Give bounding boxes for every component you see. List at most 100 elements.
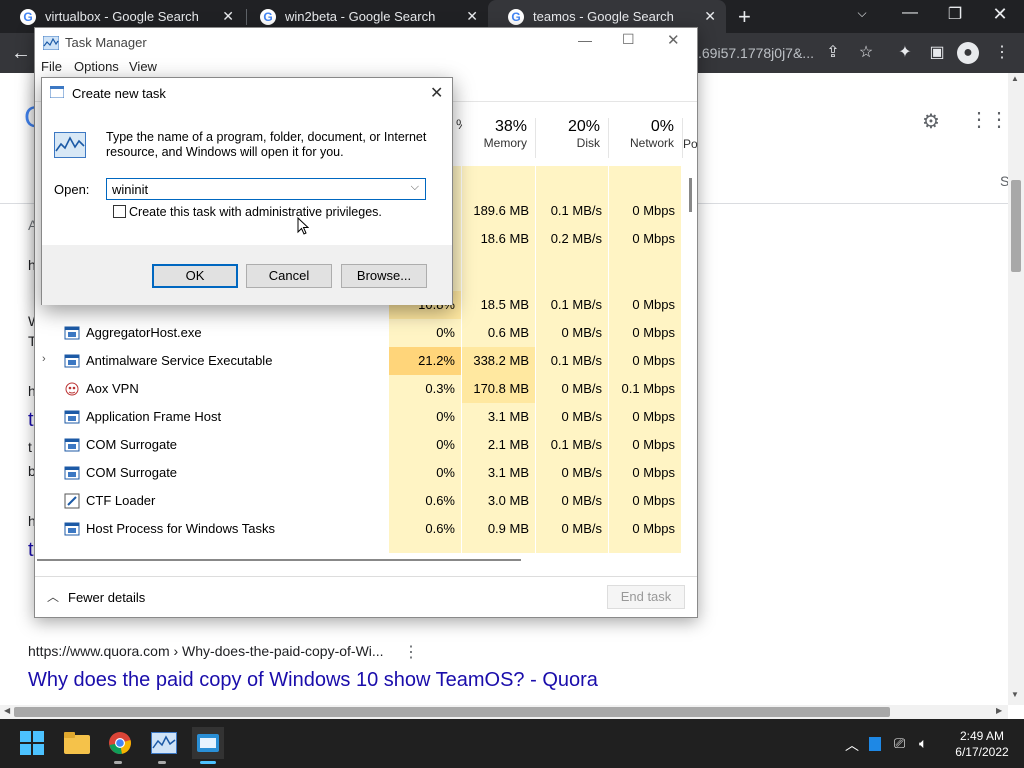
cancel-button[interactable]: Cancel	[246, 264, 332, 288]
table-row[interactable]: Application Frame Host 0% 3.1 MB 0 MB/s …	[36, 403, 682, 431]
scroll-right-icon[interactable]: ▶	[996, 706, 1002, 715]
result-title-link[interactable]: Why does the paid copy of Windows 10 sho…	[28, 669, 598, 692]
tab-search-chevron-icon[interactable]: ⌵	[842, 6, 882, 21]
table-horizontal-scroll-thumb[interactable]	[37, 559, 521, 561]
back-arrow-icon[interactable]: ←	[10, 42, 32, 64]
table-row[interactable]: Aox VPN 0.3% 170.8 MB 0 MB/s 0.1 Mbps	[36, 375, 682, 403]
close-tab-icon[interactable]: ✕	[222, 8, 234, 25]
extensions-puzzle-icon[interactable]: ✦	[894, 42, 916, 64]
mouse-cursor-icon	[297, 217, 309, 235]
tm-maximize-icon[interactable]: ☐	[622, 31, 635, 48]
table-row[interactable]: CTF Loader 0.6% 3.0 MB 0 MB/s 0 Mbps	[36, 487, 682, 515]
result-more-options-icon[interactable]: ⋮	[403, 642, 419, 662]
open-combobox[interactable]: wininit ⌵	[106, 178, 426, 200]
google-apps-grid-icon[interactable]: ⋮⋮⋮	[969, 107, 1008, 132]
create-new-task-dialog: Create new task ✕ Type the name of a pro…	[41, 77, 453, 305]
cpu-cell: 0%	[389, 431, 462, 459]
fewer-details-link[interactable]: Fewer details	[68, 590, 145, 605]
task-manager-taskbar-icon[interactable]	[148, 727, 180, 759]
scroll-left-icon[interactable]: ◀	[4, 706, 10, 715]
expand-chevron-icon[interactable]: ›	[42, 353, 46, 365]
profile-avatar-icon[interactable]: ●	[957, 42, 979, 64]
bookmark-star-icon[interactable]: ☆	[855, 42, 877, 64]
taskbar-clock[interactable]: 2:49 AM 6/17/2022	[944, 728, 1020, 760]
result-url[interactable]: https://www.quora.com › Why-does-the-pai…	[28, 643, 384, 659]
disk-cell: 0 MB/s	[536, 375, 609, 403]
file-explorer-icon[interactable]	[61, 727, 93, 759]
table-row[interactable]: › Antimalware Service Executable 21.2% 3…	[36, 347, 682, 375]
disk-total-pct: 20%	[567, 118, 600, 135]
tm-minimize-icon[interactable]: —	[578, 32, 592, 48]
memory-cell: 2.1 MB	[462, 431, 536, 459]
browse-button[interactable]: Browse...	[341, 264, 427, 288]
cpu-cell: 0.3%	[389, 375, 462, 403]
table-row[interactable]: COM Surrogate 0% 3.1 MB 0 MB/s 0 Mbps	[36, 459, 682, 487]
dropdown-chevron-icon[interactable]: ⌵	[411, 181, 419, 194]
process-name: Application Frame Host	[86, 409, 222, 424]
minimize-icon[interactable]: —	[890, 4, 930, 22]
restore-icon[interactable]: ❐	[935, 4, 975, 24]
tm-close-icon[interactable]: ✕	[667, 31, 680, 49]
process-window-icon	[64, 326, 80, 340]
table-row[interactable]: COM Surrogate 0% 2.1 MB 0.1 MB/s 0 Mbps	[36, 431, 682, 459]
close-tab-icon[interactable]: ✕	[704, 8, 716, 25]
start-windows-icon[interactable]	[16, 727, 48, 759]
memory-cell: 3.1 MB	[462, 403, 536, 431]
admin-privileges-label[interactable]: Create this task with administrative pri…	[129, 205, 382, 219]
address-bar-url: .69i57.1778j0j7&...	[698, 45, 814, 61]
column-header-power[interactable]: Po	[683, 118, 698, 158]
table-row[interactable]: Host Process for Windows Tasks 0.6% 0.9 …	[36, 515, 682, 543]
admin-privileges-checkbox[interactable]	[113, 205, 126, 218]
task-manager-titlebar[interactable]: Task Manager — ☐ ✕	[35, 28, 697, 58]
column-header-disk[interactable]: 20% Disk	[536, 118, 609, 158]
open-input-value[interactable]: wininit	[112, 182, 148, 197]
settings-gear-icon[interactable]: ⚙	[922, 109, 940, 134]
open-label: Open:	[54, 182, 90, 197]
page-vertical-scroll-thumb[interactable]	[1011, 180, 1021, 272]
disk-cell: 0 MB/s	[536, 515, 609, 543]
network-monitor-icon[interactable]: ⎚	[894, 735, 905, 752]
share-icon[interactable]: ⇪	[822, 42, 844, 64]
menu-options[interactable]: Options	[74, 59, 119, 74]
result-fragment[interactable]: t	[28, 409, 34, 432]
side-panel-icon[interactable]: ▣	[926, 42, 948, 64]
network-cell: 0 Mbps	[609, 459, 682, 487]
page-horizontal-scroll-thumb[interactable]	[14, 707, 890, 717]
task-manager-footer: ︿ Fewer details End task	[35, 576, 697, 617]
menu-view[interactable]: View	[129, 59, 157, 74]
tray-overflow-chevron-icon[interactable]: ︿	[845, 735, 859, 755]
column-header-memory[interactable]: 38% Memory	[462, 118, 536, 158]
table-row[interactable]: AggregatorHost.exe 0% 0.6 MB 0 MB/s 0 Mb…	[36, 319, 682, 347]
process-name: Aox VPN	[86, 381, 139, 396]
memory-cell: 170.8 MB	[462, 375, 536, 403]
network-cell: 0 Mbps	[609, 403, 682, 431]
chrome-taskbar-icon[interactable]	[104, 727, 136, 759]
volume-icon[interactable]: 🔈︎	[919, 735, 927, 752]
end-task-button[interactable]: End task	[607, 585, 685, 609]
column-header-network[interactable]: 0% Network	[609, 118, 683, 158]
memory-cell: 0.6 MB	[462, 319, 536, 347]
window-close-icon[interactable]: ✕	[980, 4, 1020, 25]
scroll-down-icon[interactable]: ▼	[1011, 690, 1019, 699]
scroll-up-icon[interactable]: ▲	[1011, 74, 1019, 83]
network-cell: 0 Mbps	[609, 197, 682, 225]
table-vertical-scroll-thumb[interactable]	[689, 178, 692, 212]
network-cell: 0.1 Mbps	[609, 375, 682, 403]
close-tab-icon[interactable]: ✕	[466, 8, 478, 25]
collapse-chevron-icon[interactable]: ︿	[47, 588, 59, 605]
chrome-menu-icon[interactable]: ⋮	[991, 42, 1013, 64]
process-window-icon	[64, 354, 80, 368]
menu-file[interactable]: File	[41, 59, 62, 74]
disk-cell: 0.1 MB/s	[536, 291, 609, 319]
new-tab-icon[interactable]: +	[738, 4, 751, 30]
dialog-close-icon[interactable]: ✕	[430, 83, 443, 103]
run-dialog-taskbar-icon[interactable]	[192, 727, 224, 759]
network-cell: 0 Mbps	[609, 225, 682, 253]
tab-title: virtualbox - Google Search	[45, 9, 199, 24]
page-vertical-scrollbar[interactable]	[1008, 73, 1024, 705]
dialog-title: Create new task	[72, 86, 166, 101]
result-fragment[interactable]: t	[28, 539, 34, 562]
tray-app-icon[interactable]	[869, 737, 881, 751]
cpu-cell: 0%	[389, 319, 462, 347]
ok-button[interactable]: OK	[152, 264, 238, 288]
